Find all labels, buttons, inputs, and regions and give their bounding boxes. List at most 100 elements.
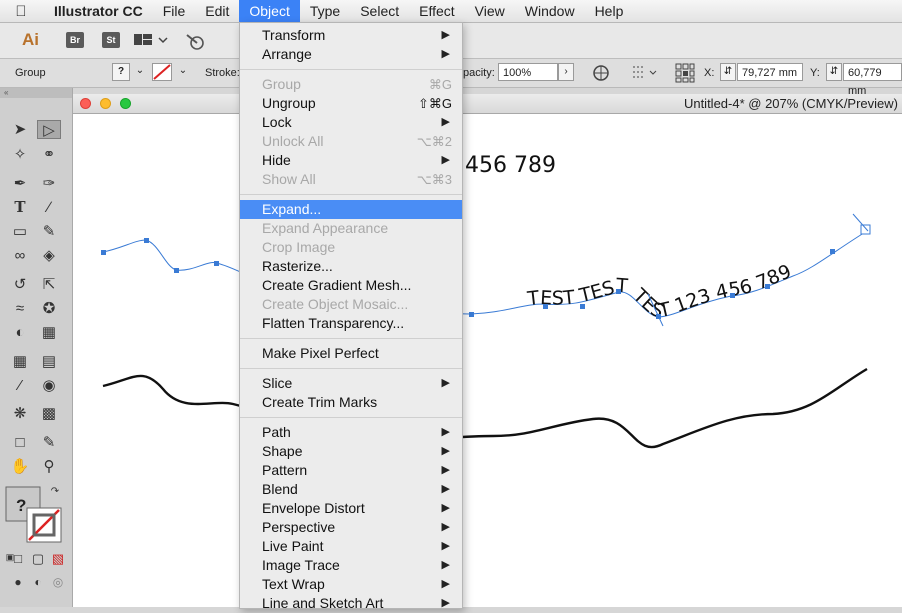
scale-tool-icon[interactable]: ⇱ xyxy=(37,275,61,294)
menu-item-shape[interactable]: Shape ▶ xyxy=(240,442,462,461)
x-stepper-icon[interactable]: ⇵ xyxy=(720,63,736,81)
x-position-field[interactable]: 79,727 mm xyxy=(737,63,803,81)
magic-wand-tool-icon[interactable]: ✧ xyxy=(8,145,32,164)
menu-item-slice[interactable]: Slice ▶ xyxy=(240,374,462,393)
paintbrush-tool-icon[interactable]: ✎ xyxy=(37,222,61,241)
puppet-warp-tool-icon[interactable]: ✪ xyxy=(37,299,61,318)
perspective-grid-tool-icon[interactable]: ▦ xyxy=(37,323,61,342)
menu-select[interactable]: Select xyxy=(350,0,409,22)
opacity-label[interactable]: pacity: xyxy=(463,67,495,79)
menu-help[interactable]: Help xyxy=(585,0,634,22)
panel-collapse-icon[interactable]: « xyxy=(0,88,72,98)
draw-inside-icon[interactable]: ◎ xyxy=(46,573,70,592)
none-mode-icon[interactable]: ▧ xyxy=(46,549,70,568)
stroke-dropdown-chevron-icon[interactable]: ⌄ xyxy=(175,63,191,81)
gpu-performance-icon[interactable] xyxy=(184,31,206,51)
menu-item-blend[interactable]: Blend ▶ xyxy=(240,480,462,499)
opacity-arrow-icon[interactable]: › xyxy=(558,63,574,81)
menu-item-create-gradient-mesh[interactable]: Create Gradient Mesh... xyxy=(240,276,462,295)
artboard-tool-icon[interactable]: □ xyxy=(8,433,32,452)
swap-colors-icon[interactable]: ↷ xyxy=(48,482,62,501)
menu-item-label: Path xyxy=(262,424,291,440)
menu-window[interactable]: Window xyxy=(515,0,585,22)
y-position-field[interactable]: 60,779 mm xyxy=(843,63,902,97)
menu-item-expand[interactable]: Expand... xyxy=(240,200,462,219)
menu-item-flatten-transparency[interactable]: Flatten Transparency... xyxy=(240,314,462,333)
selection-tool-icon[interactable]: ➤ xyxy=(8,120,32,139)
point-text[interactable]: 456 789 xyxy=(465,153,556,178)
menu-item-arrange[interactable]: Arrange ▶ xyxy=(240,45,462,64)
symbol-sprayer-tool-icon[interactable]: ❋ xyxy=(8,404,32,423)
minimize-window-icon[interactable] xyxy=(100,98,111,109)
workspace-layout-icon[interactable] xyxy=(134,32,170,48)
menu-view[interactable]: View xyxy=(465,0,515,22)
slice-tool-icon[interactable]: ✎ xyxy=(37,433,61,452)
menu-object[interactable]: Object xyxy=(239,0,300,22)
eraser-tool-icon[interactable]: ◈ xyxy=(37,246,61,265)
menu-item-line-and-sketch-art[interactable]: Line and Sketch Art ▶ xyxy=(240,594,462,613)
menu-item-rasterize[interactable]: Rasterize... xyxy=(240,257,462,276)
reference-point-icon[interactable] xyxy=(675,63,695,83)
curvature-tool-icon[interactable]: ✑ xyxy=(37,174,61,193)
pen-tool-icon[interactable]: ✒ xyxy=(8,174,32,193)
rotate-tool-icon[interactable]: ↺ xyxy=(8,275,32,294)
width-tool-icon[interactable]: ≈ xyxy=(8,299,32,318)
app-name[interactable]: Illustrator CC xyxy=(42,3,153,19)
menu-item-ungroup[interactable]: Ungroup ⇧⌘G xyxy=(240,94,462,113)
direct-selection-tool-icon[interactable]: ▷ xyxy=(37,120,61,139)
path-type-text[interactable]: TEST TEST TEST 123 456 789 xyxy=(525,260,794,322)
menu-item-shortcut: ⌘G xyxy=(428,77,452,92)
menu-type[interactable]: Type xyxy=(300,0,350,22)
menu-separator xyxy=(240,69,462,70)
type-tool-icon[interactable]: T xyxy=(8,198,32,217)
menu-item-hide[interactable]: Hide ▶ xyxy=(240,151,462,170)
menu-item-create-trim-marks[interactable]: Create Trim Marks xyxy=(240,393,462,412)
bridge-button[interactable]: Br xyxy=(66,32,84,48)
shape-builder-tool-icon[interactable]: ◐ xyxy=(8,323,32,342)
artboard-canvas[interactable]: 456 789 TEST TEST TEST 123 456 789 xyxy=(73,114,902,607)
blend-tool-icon[interactable]: ◉ xyxy=(37,376,61,395)
apple-icon[interactable]:  xyxy=(0,3,42,20)
artwork[interactable]: 456 789 TEST TEST TEST 123 456 789 xyxy=(73,114,902,607)
menu-effect[interactable]: Effect xyxy=(409,0,465,22)
menu-item-path[interactable]: Path ▶ xyxy=(240,423,462,442)
menu-item-transform[interactable]: Transform ▶ xyxy=(240,26,462,45)
anchor-points[interactable] xyxy=(101,238,835,319)
opacity-field[interactable]: 100% xyxy=(498,63,558,81)
eyedropper-tool-icon[interactable]: ⁄ xyxy=(8,376,32,395)
menu-item-label: Image Trace xyxy=(262,557,340,573)
gradient-tool-icon[interactable]: ▤ xyxy=(37,352,61,371)
mesh-tool-icon[interactable]: ▦ xyxy=(8,352,32,371)
recolor-artwork-icon[interactable] xyxy=(592,64,610,82)
menu-item-make-pixel-perfect[interactable]: Make Pixel Perfect xyxy=(240,344,462,363)
menu-item-pattern[interactable]: Pattern ▶ xyxy=(240,461,462,480)
menu-file[interactable]: File xyxy=(153,0,196,22)
shaper-tool-icon[interactable]: ∞ xyxy=(8,246,32,265)
hand-tool-icon[interactable]: ✋ xyxy=(8,457,32,476)
menu-item-label: Rasterize... xyxy=(262,258,333,274)
close-window-icon[interactable] xyxy=(80,98,91,109)
column-graph-tool-icon[interactable]: ▩ xyxy=(37,404,61,423)
menu-item-envelope-distort[interactable]: Envelope Distort ▶ xyxy=(240,499,462,518)
end-anchor-handle[interactable] xyxy=(860,224,871,235)
menu-edit[interactable]: Edit xyxy=(195,0,239,22)
menu-item-live-paint[interactable]: Live Paint ▶ xyxy=(240,537,462,556)
menu-item-label: Line and Sketch Art xyxy=(262,595,384,611)
stroke-swatch-icon[interactable] xyxy=(152,63,172,81)
align-options-icon[interactable] xyxy=(632,65,660,81)
stroke-label[interactable]: Stroke: xyxy=(205,67,240,79)
menu-item-perspective[interactable]: Perspective ▶ xyxy=(240,518,462,537)
line-tool-icon[interactable]: ∕ xyxy=(37,198,61,217)
menu-item-lock[interactable]: Lock ▶ xyxy=(240,113,462,132)
zoom-tool-icon[interactable]: ⚲ xyxy=(37,457,61,476)
brush-stroke-path[interactable] xyxy=(102,367,868,449)
y-stepper-icon[interactable]: ⇵ xyxy=(826,63,842,81)
fill-dropdown-chevron-icon[interactable]: ⌄ xyxy=(132,63,148,81)
menu-item-image-trace[interactable]: Image Trace ▶ xyxy=(240,556,462,575)
lasso-tool-icon[interactable]: ⚭ xyxy=(37,145,61,164)
fill-swatch[interactable]: ? xyxy=(112,63,130,81)
rectangle-tool-icon[interactable]: ▭ xyxy=(8,222,32,241)
stock-button[interactable]: St xyxy=(102,32,120,48)
menu-item-text-wrap[interactable]: Text Wrap ▶ xyxy=(240,575,462,594)
zoom-window-icon[interactable] xyxy=(120,98,131,109)
